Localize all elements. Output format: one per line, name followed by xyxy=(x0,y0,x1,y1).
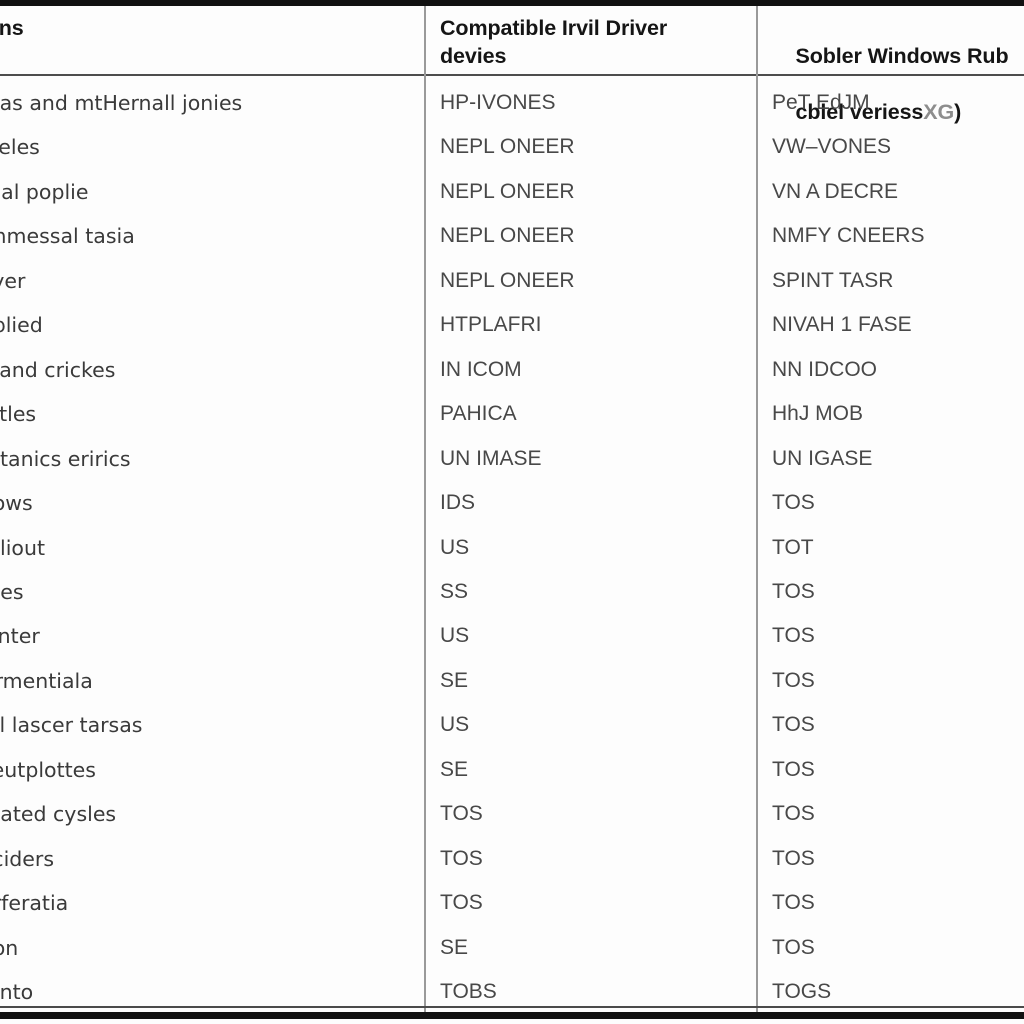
table-cell-col2: NEPL ONEER xyxy=(440,224,575,248)
table-cell-col1: nceles xyxy=(0,135,40,160)
table-cell-col3: TOS xyxy=(772,624,815,648)
column-header-compatible-driver-devices: Compatible Irvil Driver devies xyxy=(440,16,668,68)
table-cell-col1: id and crickes xyxy=(0,357,116,382)
table-cell-col2: IN ICOM xyxy=(440,357,522,381)
table-cell-col3: TOS xyxy=(772,891,815,915)
table-cell-col3: TOS xyxy=(772,491,815,515)
table-cell-col2: TOS xyxy=(440,846,483,870)
table-cell-col2: US xyxy=(440,535,470,559)
table-cell-col1: loyer xyxy=(0,268,26,293)
table-cell-col1: nento xyxy=(0,980,34,1004)
table-cell-col1: ommessal tasia xyxy=(0,224,135,249)
table-cell-col2: SE xyxy=(440,757,469,781)
column-divider-2 xyxy=(756,6,758,1012)
table-cell-col3: TOS xyxy=(772,757,815,781)
table-cell-col1: sunter xyxy=(0,624,40,649)
table-cell-col1: plows xyxy=(0,491,33,516)
table-cell-col1: ootles xyxy=(0,402,37,427)
table-cell-col1: drial poplie xyxy=(0,179,89,204)
table-cell-col3: UN IGASE xyxy=(772,446,873,470)
table-cell-col3: VN A DECRE xyxy=(772,179,899,203)
table-cell-col3: NIVAH 1 FASE xyxy=(772,313,912,337)
table-cell-col1: ston xyxy=(0,935,19,960)
table-cell-col3: TOS xyxy=(772,802,815,826)
table-cell-col3: PeT EdJM xyxy=(772,91,870,114)
table-cell-col1: inrferatia xyxy=(0,891,69,916)
table-cell-col2: UN IMASE xyxy=(440,446,542,470)
table-cell-col3: SPINT TASR xyxy=(772,268,894,292)
table-cell-col2: NEPL ONEER xyxy=(440,268,575,292)
table-cell-col3: TOGS xyxy=(772,980,832,1003)
table-cell-col2: US xyxy=(440,713,470,737)
table-cell-col1: Meutplottes xyxy=(0,757,96,782)
table-cell-col3: TOS xyxy=(772,846,815,870)
table-cell-col1: nal lascer tarsas xyxy=(0,713,143,738)
table-bottom-rule xyxy=(0,1012,1024,1019)
table-cell-col1: neas and mtHernall jonies xyxy=(0,91,243,115)
table-cell-col2: TOS xyxy=(440,891,483,915)
table-cell-col2: US xyxy=(440,624,470,648)
table-cell-col2: SE xyxy=(440,935,469,959)
column-header-sobler-windows: Sobler Windows Rub cblel veriessXG) xyxy=(772,14,1024,154)
table-cell-col3: NN IDCOO xyxy=(772,357,877,381)
table-cell-col3: TOS xyxy=(772,668,815,692)
table-cell-col2: SE xyxy=(440,668,469,692)
table-bottom-thin-rule xyxy=(0,1006,1024,1008)
table-top-rule xyxy=(0,0,1024,6)
table-cell-col3: VW–VONES xyxy=(772,135,892,159)
table-cell-col2: TOBS xyxy=(440,980,497,1003)
column-header-signs: signs xyxy=(0,16,24,40)
table-cell-col1: iroes xyxy=(0,579,24,604)
table-cell-col2: HP-IVONES xyxy=(440,91,556,114)
table-cell-col3: TOS xyxy=(772,935,815,959)
table-cell-col1: juplied xyxy=(0,313,43,338)
table-cell-col3: NMFY CNEERS xyxy=(772,224,925,248)
table-cell-col3: TOT xyxy=(772,535,814,559)
table-cell-col2: SS xyxy=(440,579,469,603)
table-cell-col3: TOS xyxy=(772,579,815,603)
table-cell-col1: orrmentiala xyxy=(0,668,93,693)
column-divider-1 xyxy=(424,6,426,1012)
column-header-line1: Sobler Windows Rub xyxy=(795,44,1009,68)
table-cell-col1: leciders xyxy=(0,846,55,871)
table-cell-col1: ppliout xyxy=(0,535,45,560)
table-cell-col3: HhJ MOB xyxy=(772,402,864,426)
table-cell-col1: atlated cysles xyxy=(0,802,117,827)
table-cell-col2: TOS xyxy=(440,802,483,826)
table-cell-col2: NEPL ONEER xyxy=(440,135,575,159)
table-cell-col2: PAHICA xyxy=(440,402,517,426)
table-cell-col2: NEPL ONEER xyxy=(440,179,575,203)
table-screenshot: signs Compatible Irvil Driver devies Sob… xyxy=(0,0,1024,1024)
table-cell-col2: HTPLAFRI xyxy=(440,313,542,337)
table-cell-col2: IDS xyxy=(440,491,476,515)
table-cell-col3: TOS xyxy=(772,713,815,737)
table-cell-col1: ghtanics erirics xyxy=(0,446,131,471)
